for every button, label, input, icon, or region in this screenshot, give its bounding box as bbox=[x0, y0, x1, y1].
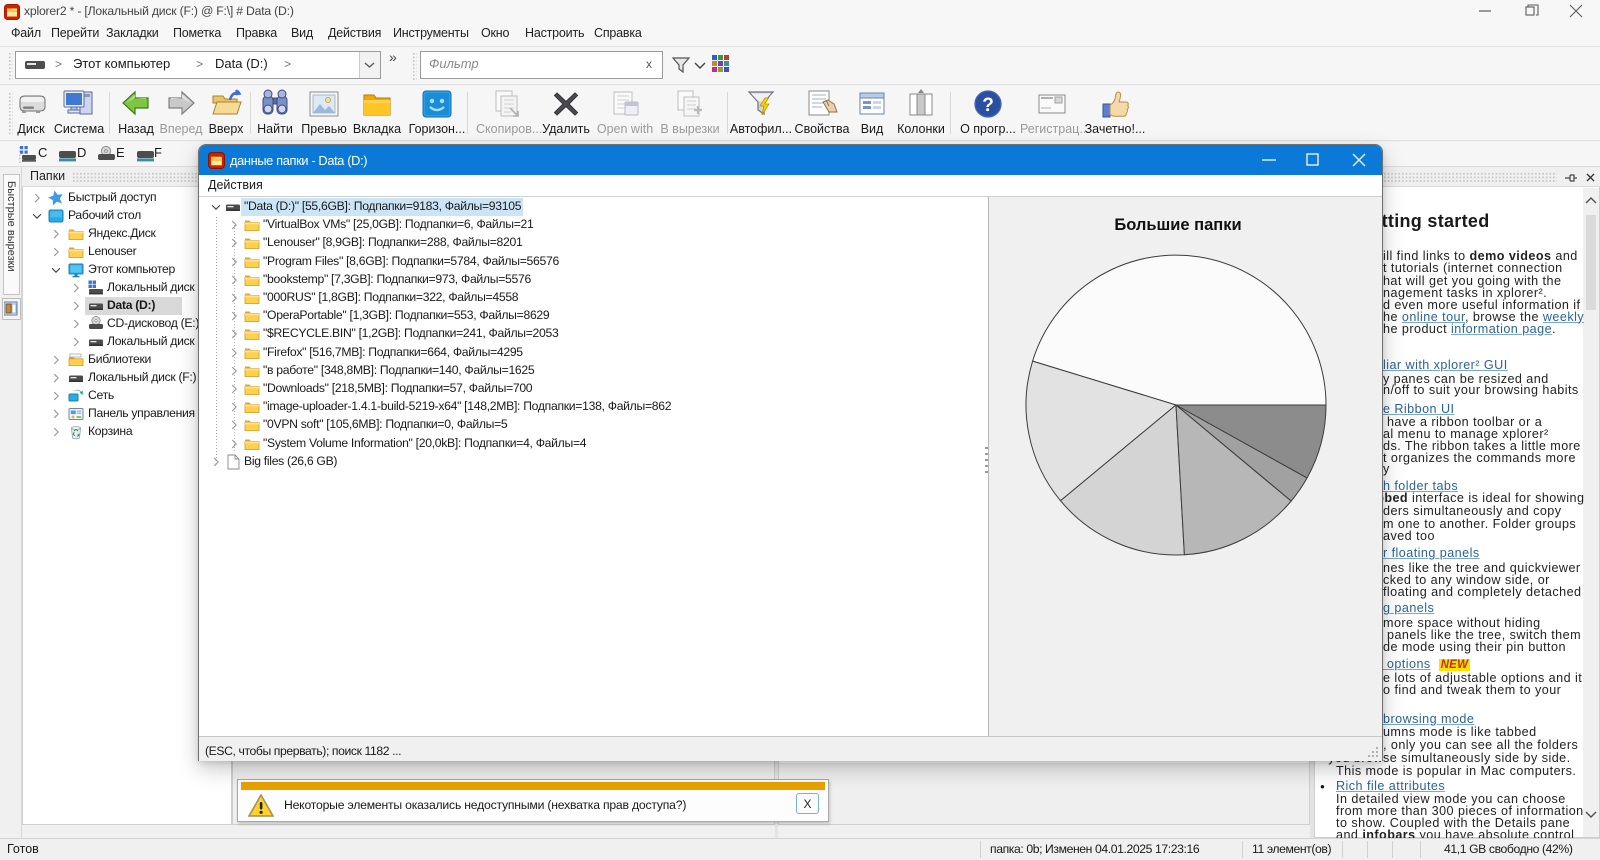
svg-text:Большие папки: Большие папки bbox=[1114, 216, 1241, 234]
svg-text:?: ? bbox=[982, 95, 994, 116]
